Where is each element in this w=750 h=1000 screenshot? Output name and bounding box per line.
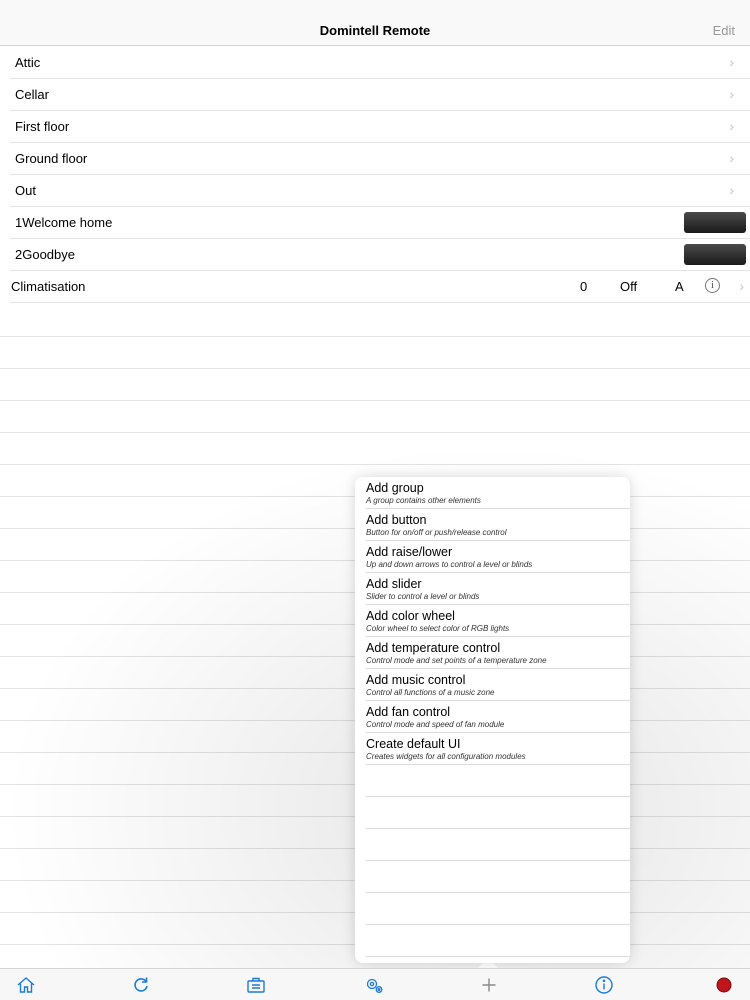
menu-item-title: Add color wheel — [366, 609, 455, 623]
temperature-value: 0 — [580, 279, 588, 294]
list-item-group[interactable]: First floor › — [10, 111, 750, 143]
list-item-label: Ground floor — [15, 151, 88, 166]
chevron-right-icon: › — [729, 150, 734, 166]
menu-item-subtitle: A group contains other elements — [366, 496, 481, 505]
menu-item-subtitle: Control mode and speed of fan module — [366, 720, 505, 729]
home-icon[interactable] — [16, 975, 36, 995]
scene-label: 1Welcome home — [15, 215, 113, 230]
empty-menu-row — [366, 925, 630, 957]
nav-bar: Domintell Remote Edit — [0, 0, 750, 46]
info-icon[interactable]: i — [705, 278, 720, 293]
gears-icon[interactable] — [364, 975, 384, 995]
chevron-right-icon: › — [729, 118, 734, 134]
record-icon[interactable] — [714, 975, 734, 995]
list-item-label: Out — [15, 183, 36, 198]
menu-item-subtitle: Up and down arrows to control a level or… — [366, 560, 533, 569]
menu-item-title: Create default UI — [366, 737, 461, 751]
menu-item-subtitle: Button for on/off or push/release contro… — [366, 528, 507, 537]
menu-item-title: Add fan control — [366, 705, 451, 719]
menu-item-subtitle: Control mode and set points of a tempera… — [366, 656, 547, 665]
scene-trigger-button[interactable] — [684, 212, 746, 233]
menu-item-create-default-ui[interactable]: Create default UI Creates widgets for al… — [366, 733, 630, 765]
menu-item-title: Add temperature control — [366, 641, 501, 655]
empty-menu-row — [366, 829, 630, 861]
menu-item-add-slider[interactable]: Add slider Slider to control a level or … — [366, 573, 630, 605]
menu-item-add-color-wheel[interactable]: Add color wheel Color wheel to select co… — [366, 605, 630, 637]
menu-item-title: Add group — [366, 481, 424, 495]
mode-value[interactable]: Off — [620, 271, 637, 302]
menu-item-subtitle: Slider to control a level or blinds — [366, 592, 480, 601]
empty-menu-row — [366, 861, 630, 893]
scene-label: 2Goodbye — [15, 247, 75, 262]
menu-item-add-raise-lower[interactable]: Add raise/lower Up and down arrows to co… — [366, 541, 630, 573]
menu-item-subtitle: Creates widgets for all configuration mo… — [366, 752, 526, 761]
menu-item-title: Add music control — [366, 673, 466, 687]
menu-item-add-fan-control[interactable]: Add fan control Control mode and speed o… — [366, 701, 630, 733]
menu-item-add-music-control[interactable]: Add music control Control all functions … — [366, 669, 630, 701]
empty-menu-row — [366, 765, 630, 797]
refresh-icon[interactable] — [131, 975, 151, 995]
plus-icon[interactable] — [479, 975, 499, 995]
list-item-group[interactable]: Ground floor › — [10, 143, 750, 175]
page-title: Domintell Remote — [319, 23, 431, 38]
list-item-label: Cellar — [15, 87, 49, 102]
list-item-climatisation[interactable]: Climatisation 0 Off A i › — [10, 271, 750, 303]
menu-item-subtitle: Control all functions of a music zone — [366, 688, 495, 697]
list-item-group[interactable]: Out › — [10, 175, 750, 207]
list-item-label: Attic — [15, 55, 41, 70]
menu-item-subtitle: Color wheel to select color of RGB light… — [366, 624, 510, 633]
briefcase-icon[interactable] — [246, 975, 266, 995]
bottom-toolbar — [0, 968, 750, 1000]
chevron-right-icon: › — [729, 54, 734, 70]
menu-item-add-temperature-control[interactable]: Add temperature control Control mode and… — [366, 637, 630, 669]
menu-item-title: Add button — [366, 513, 427, 527]
element-list: Attic › Cellar › First floor › Ground fl… — [0, 47, 750, 303]
chevron-right-icon: › — [739, 278, 744, 294]
chevron-right-icon: › — [729, 86, 734, 102]
list-item-group[interactable]: Attic › — [10, 47, 750, 79]
empty-menu-row — [366, 797, 630, 829]
scene-trigger-button[interactable] — [684, 244, 746, 265]
menu-item-title: Add raise/lower — [366, 545, 453, 559]
climatisation-label: Climatisation — [11, 279, 86, 294]
info-icon[interactable] — [594, 975, 614, 995]
menu-item-title: Add slider — [366, 577, 422, 591]
menu-item-add-group[interactable]: Add group A group contains other element… — [366, 477, 630, 509]
list-item-scene: 1Welcome home — [10, 207, 750, 239]
list-item-scene: 2Goodbye — [10, 239, 750, 271]
list-item-label: First floor — [15, 119, 70, 134]
add-element-popover: Add group A group contains other element… — [355, 477, 630, 963]
empty-menu-row — [366, 893, 630, 925]
list-item-group[interactable]: Cellar › — [10, 79, 750, 111]
menu-item-add-button[interactable]: Add button Button for on/off or push/rel… — [366, 509, 630, 541]
chevron-right-icon: › — [729, 182, 734, 198]
auto-value[interactable]: A — [675, 271, 684, 302]
